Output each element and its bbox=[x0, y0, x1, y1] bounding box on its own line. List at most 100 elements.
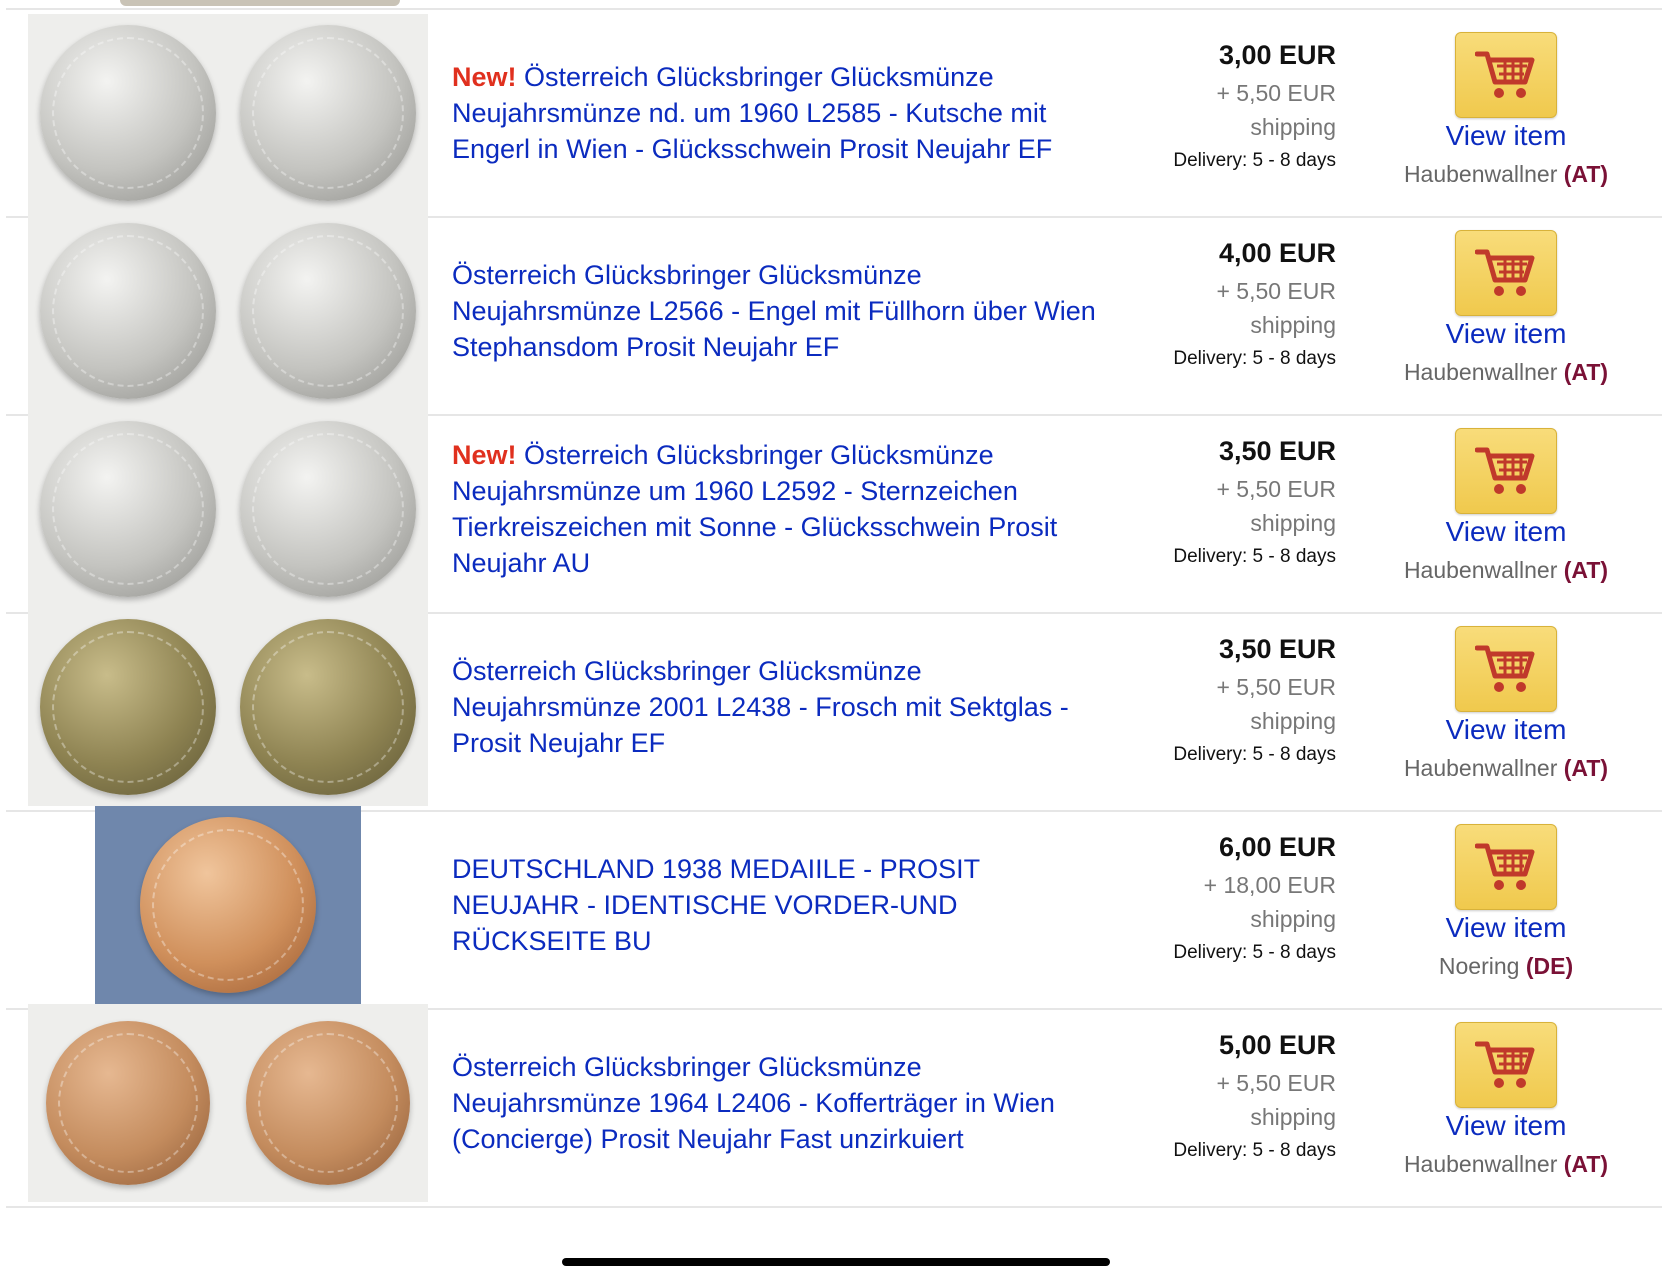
coin-obverse-image bbox=[40, 223, 216, 399]
listing-row[interactable]: Österreich Glücksbringer Glücksmünze Neu… bbox=[6, 1000, 1662, 1208]
shipping-label: shipping bbox=[1250, 114, 1336, 140]
action-block: View item Haubenwallner (AT) bbox=[1346, 1000, 1666, 1206]
coin-reverse-image bbox=[246, 1021, 410, 1185]
price-block: 3,00 EUR + 5,50 EUR shipping Delivery: 5… bbox=[1086, 10, 1336, 216]
coin-reverse-image bbox=[240, 223, 416, 399]
listing-row[interactable]: DEUTSCHLAND 1938 MEDAIILE - PROSIT NEUJA… bbox=[6, 802, 1662, 1010]
seller-country: (DE) bbox=[1525, 953, 1574, 979]
seller-country: (AT) bbox=[1563, 1151, 1609, 1177]
add-to-cart-button[interactable] bbox=[1455, 824, 1557, 910]
view-item-link[interactable]: View item bbox=[1346, 1110, 1666, 1142]
delivery-time: Delivery: 5 - 8 days bbox=[1173, 1140, 1336, 1161]
previous-item-image-edge bbox=[250, 0, 400, 6]
seller-name[interactable]: Haubenwallner bbox=[1404, 557, 1557, 583]
action-block: View item Haubenwallner (AT) bbox=[1346, 604, 1666, 810]
listing-row[interactable]: New! Österreich Glücksbringer Glücksmünz… bbox=[6, 406, 1662, 614]
seller-country: (AT) bbox=[1563, 161, 1609, 187]
shipping-label: shipping bbox=[1250, 906, 1336, 932]
shipping-cost: + 5,50 EUR bbox=[1216, 674, 1336, 700]
listing-title-text[interactable]: Österreich Glücksbringer Glücksmünze Neu… bbox=[452, 440, 1057, 578]
seller-name[interactable]: Haubenwallner bbox=[1404, 1151, 1557, 1177]
view-item-link[interactable]: View item bbox=[1346, 120, 1666, 152]
shipping-cost: + 5,50 EUR bbox=[1216, 80, 1336, 106]
delivery-time: Delivery: 5 - 8 days bbox=[1173, 942, 1336, 963]
listing-title[interactable]: New! Österreich Glücksbringer Glücksmünz… bbox=[452, 10, 1102, 216]
price: 3,50 EUR bbox=[1218, 634, 1336, 664]
shopping-cart-icon bbox=[1475, 447, 1535, 494]
listing-row[interactable]: New! Österreich Glücksbringer Glücksmünz… bbox=[6, 10, 1662, 218]
coin-thumbnail[interactable] bbox=[28, 1004, 428, 1202]
shipping-cost: + 5,50 EUR bbox=[1216, 278, 1336, 304]
price-block: 3,50 EUR + 5,50 EUR shipping Delivery: 5… bbox=[1086, 406, 1336, 612]
listing-title[interactable]: Österreich Glücksbringer Glücksmünze Neu… bbox=[452, 208, 1102, 414]
add-to-cart-button[interactable] bbox=[1455, 1022, 1557, 1108]
view-item-link[interactable]: View item bbox=[1346, 318, 1666, 350]
coin-reverse-image bbox=[240, 421, 416, 597]
seller-name[interactable]: Noering bbox=[1439, 953, 1520, 979]
add-to-cart-button[interactable] bbox=[1455, 626, 1557, 712]
coin-reverse-image bbox=[240, 25, 416, 201]
coin-thumbnail[interactable] bbox=[28, 608, 428, 806]
shipping-label: shipping bbox=[1250, 510, 1336, 536]
price: 5,00 EUR bbox=[1218, 1030, 1336, 1060]
view-item-link[interactable]: View item bbox=[1346, 516, 1666, 548]
listing-title-text[interactable]: Österreich Glücksbringer Glücksmünze Neu… bbox=[452, 656, 1069, 758]
seller-name[interactable]: Haubenwallner bbox=[1404, 161, 1557, 187]
add-to-cart-button[interactable] bbox=[1455, 32, 1557, 118]
coin-reverse-image bbox=[240, 619, 416, 795]
listing-title-text[interactable]: Österreich Glücksbringer Glücksmünze Neu… bbox=[452, 62, 1052, 164]
view-item-link[interactable]: View item bbox=[1346, 912, 1666, 944]
seller-info: Noering (DE) bbox=[1346, 953, 1666, 980]
coin-thumbnail[interactable] bbox=[28, 212, 428, 410]
shipping-cost: + 5,50 EUR bbox=[1216, 1070, 1336, 1096]
listing-title[interactable]: New! Österreich Glücksbringer Glücksmünz… bbox=[452, 406, 1102, 612]
listing-title-text[interactable]: Österreich Glücksbringer Glücksmünze Neu… bbox=[452, 260, 1096, 362]
seller-name[interactable]: Haubenwallner bbox=[1404, 359, 1557, 385]
coin-obverse-image bbox=[46, 1021, 210, 1185]
coin-thumbnail[interactable] bbox=[95, 806, 361, 1004]
listing-title-text[interactable]: Österreich Glücksbringer Glücksmünze Neu… bbox=[452, 1052, 1055, 1154]
shopping-cart-icon bbox=[1475, 51, 1535, 98]
shipping-label: shipping bbox=[1250, 1104, 1336, 1130]
delivery-time: Delivery: 5 - 8 days bbox=[1173, 546, 1336, 567]
seller-name[interactable]: Haubenwallner bbox=[1404, 755, 1557, 781]
view-item-link[interactable]: View item bbox=[1346, 714, 1666, 746]
shopping-cart-icon bbox=[1475, 249, 1535, 296]
coin-thumbnail[interactable] bbox=[28, 14, 428, 212]
shipping-cost: + 5,50 EUR bbox=[1216, 476, 1336, 502]
shipping-cost: + 18,00 EUR bbox=[1203, 872, 1336, 898]
seller-country: (AT) bbox=[1563, 557, 1609, 583]
new-badge: New! bbox=[452, 62, 517, 92]
shopping-cart-icon bbox=[1475, 645, 1535, 692]
listing-title[interactable]: DEUTSCHLAND 1938 MEDAIILE - PROSIT NEUJA… bbox=[452, 802, 1102, 1008]
delivery-time: Delivery: 5 - 8 days bbox=[1173, 150, 1336, 171]
shipping-label: shipping bbox=[1250, 312, 1336, 338]
shipping-label: shipping bbox=[1250, 708, 1336, 734]
seller-info: Haubenwallner (AT) bbox=[1346, 1151, 1666, 1178]
listing-title[interactable]: Österreich Glücksbringer Glücksmünze Neu… bbox=[452, 604, 1102, 810]
price-block: 5,00 EUR + 5,50 EUR shipping Delivery: 5… bbox=[1086, 1000, 1336, 1206]
action-block: View item Haubenwallner (AT) bbox=[1346, 10, 1666, 216]
seller-country: (AT) bbox=[1563, 755, 1609, 781]
price: 4,00 EUR bbox=[1218, 238, 1336, 268]
coin-thumbnail[interactable] bbox=[28, 410, 428, 608]
action-block: View item Noering (DE) bbox=[1346, 802, 1666, 1008]
delivery-time: Delivery: 5 - 8 days bbox=[1173, 744, 1336, 765]
coin-obverse-image bbox=[40, 421, 216, 597]
shopping-cart-icon bbox=[1475, 843, 1535, 890]
price: 6,00 EUR bbox=[1218, 832, 1336, 862]
listing-title-text[interactable]: DEUTSCHLAND 1938 MEDAIILE - PROSIT NEUJA… bbox=[452, 854, 980, 956]
listing-title[interactable]: Österreich Glücksbringer Glücksmünze Neu… bbox=[452, 1000, 1102, 1206]
action-block: View item Haubenwallner (AT) bbox=[1346, 406, 1666, 612]
seller-info: Haubenwallner (AT) bbox=[1346, 557, 1666, 584]
add-to-cart-button[interactable] bbox=[1455, 428, 1557, 514]
listing-row[interactable]: Österreich Glücksbringer Glücksmünze Neu… bbox=[6, 208, 1662, 416]
price-block: 3,50 EUR + 5,50 EUR shipping Delivery: 5… bbox=[1086, 604, 1336, 810]
price: 3,50 EUR bbox=[1218, 436, 1336, 466]
shopping-cart-icon bbox=[1475, 1041, 1535, 1088]
listing-row[interactable]: Österreich Glücksbringer Glücksmünze Neu… bbox=[6, 604, 1662, 812]
seller-info: Haubenwallner (AT) bbox=[1346, 755, 1666, 782]
add-to-cart-button[interactable] bbox=[1455, 230, 1557, 316]
price-block: 4,00 EUR + 5,50 EUR shipping Delivery: 5… bbox=[1086, 208, 1336, 414]
action-block: View item Haubenwallner (AT) bbox=[1346, 208, 1666, 414]
